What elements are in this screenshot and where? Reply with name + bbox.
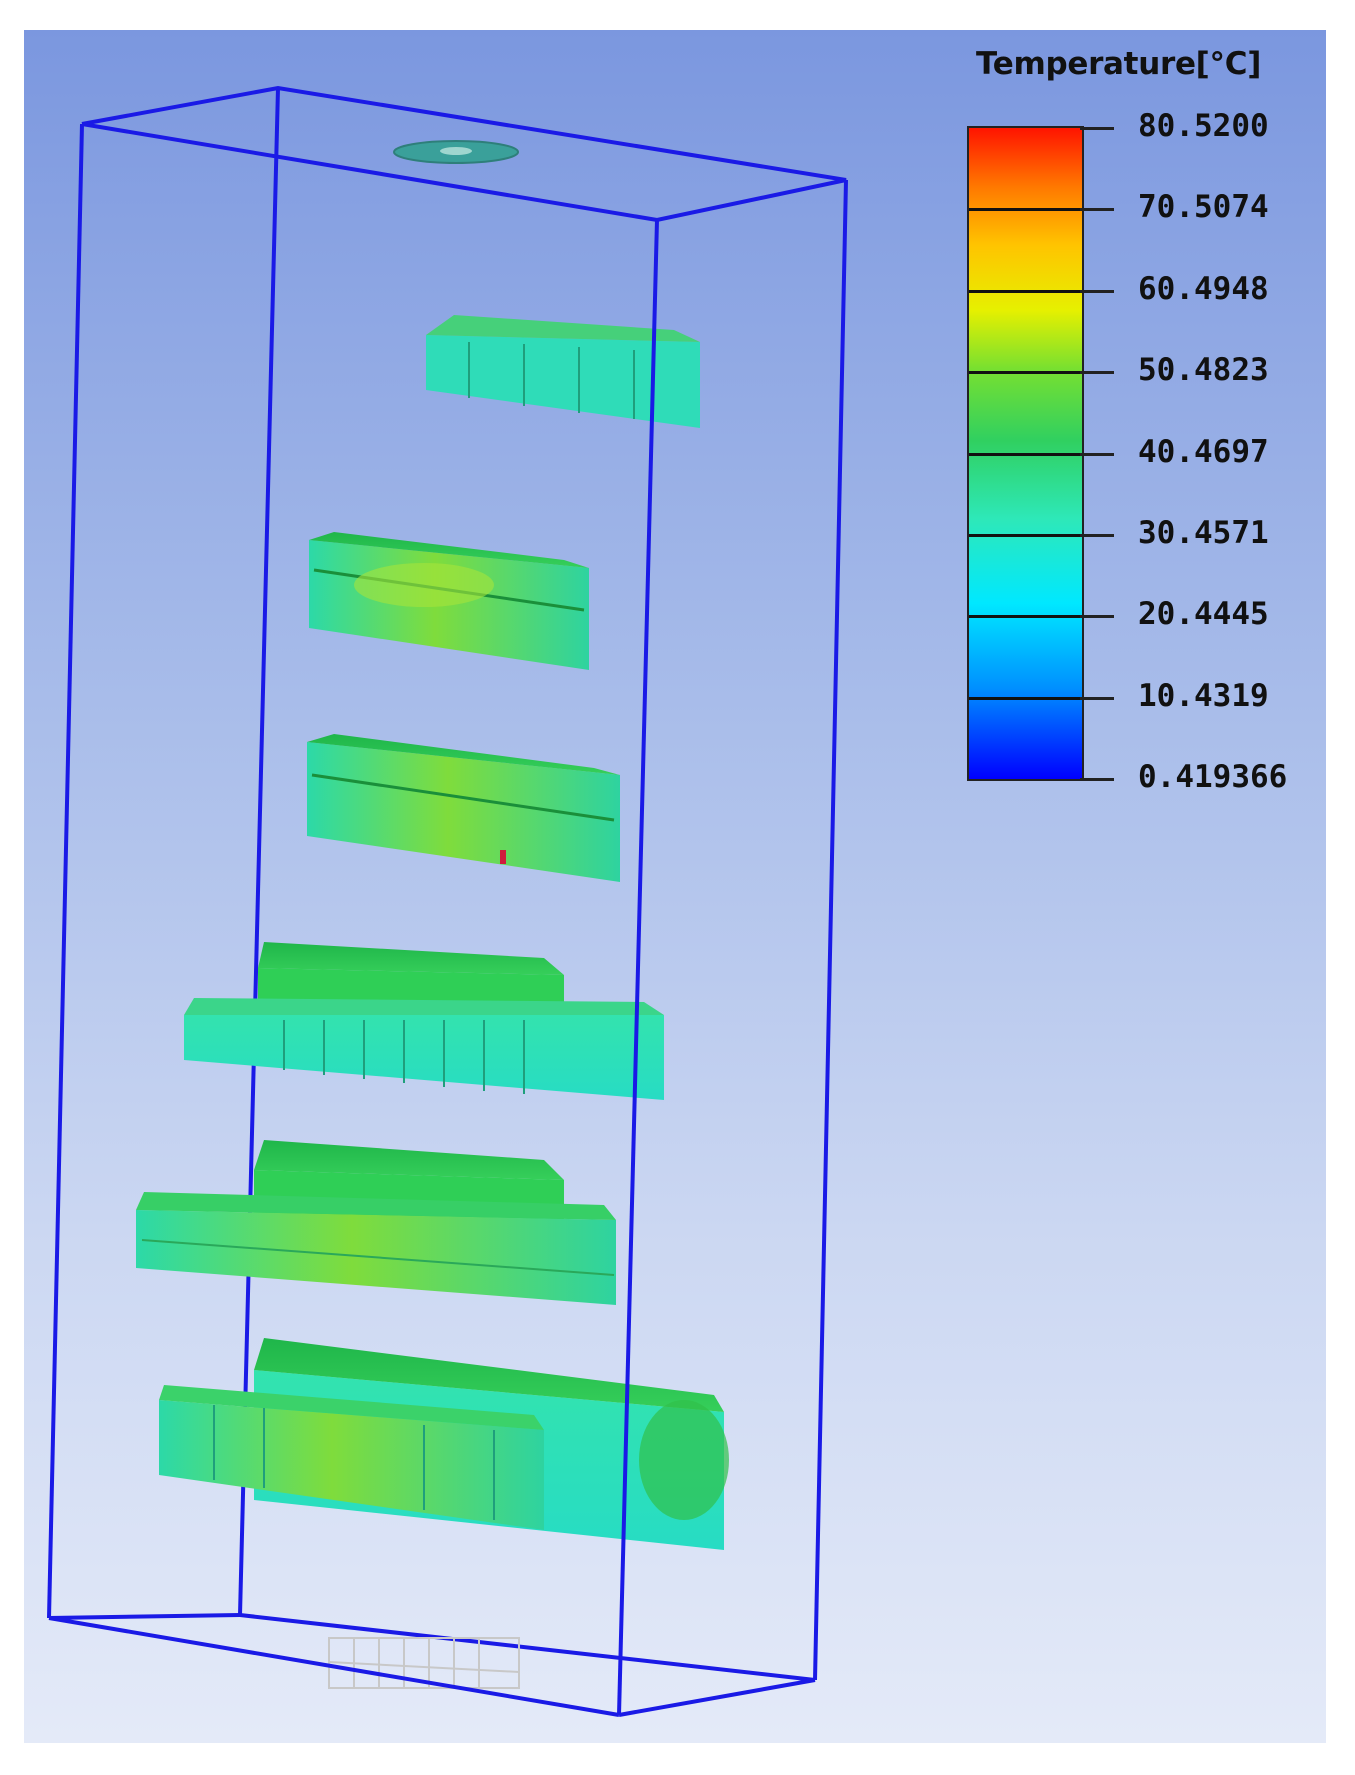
component-row-2 <box>309 532 589 670</box>
legend-tick-label: 50.4823 <box>1138 352 1269 389</box>
legend-tick-divider <box>969 696 1080 700</box>
legend-tick-mark <box>1080 371 1114 375</box>
component-row-1 <box>426 315 700 428</box>
legend-tick-mark <box>1080 127 1114 130</box>
component-row-3 <box>307 734 620 882</box>
legend-title: Temperature[°C] <box>976 46 1262 82</box>
legend-tick-label: 10.4319 <box>1138 677 1269 714</box>
legend-tick-label: 0.419366 <box>1138 759 1288 795</box>
fan-outlet-icon <box>393 140 519 164</box>
legend-tick-mark <box>1080 615 1114 619</box>
enclosure-scene <box>47 85 848 1717</box>
legend-tick-mark <box>1080 452 1114 456</box>
cfd-viewport[interactable] <box>24 30 1326 1743</box>
legend-tick-mark <box>1080 696 1114 700</box>
legend-tick-divider <box>969 371 1080 375</box>
legend-tick-divider <box>969 615 1080 619</box>
legend-tick-divider <box>969 289 1080 293</box>
legend-tick-mark <box>1080 208 1114 212</box>
legend-tick-label: 70.5074 <box>1138 189 1269 226</box>
legend-tick-mark <box>1080 533 1114 537</box>
legend-tick-divider <box>969 452 1080 456</box>
legend-tick-label: 60.4948 <box>1138 270 1269 307</box>
legend-tick-label: 80.5200 <box>1138 108 1269 144</box>
component-row-5 <box>136 1140 616 1305</box>
legend-tick-mark <box>1080 289 1114 293</box>
legend-tick-mark <box>1080 778 1114 781</box>
legend-tick-divider <box>969 533 1080 537</box>
legend-tick-label: 40.4697 <box>1138 433 1269 470</box>
legend-tick-label: 20.4445 <box>1138 596 1269 633</box>
legend-tick-divider <box>969 208 1080 212</box>
legend-tick-label: 30.4571 <box>1138 514 1269 551</box>
